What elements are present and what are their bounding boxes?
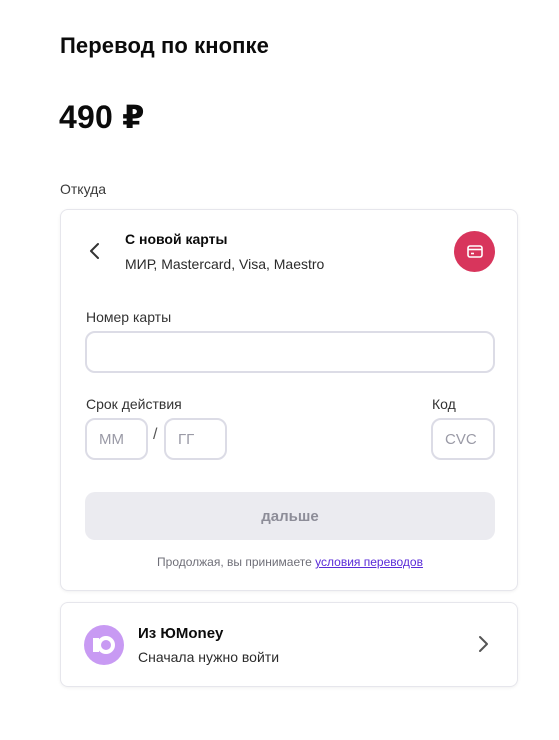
cvc-label: Код	[432, 396, 456, 412]
method-title: С новой карты	[125, 231, 228, 247]
yoomoney-logo-icon	[84, 625, 124, 665]
terms-text: Продолжая, вы принимаете условия перевод…	[61, 555, 519, 569]
from-label: Откуда	[60, 181, 107, 197]
yoomoney-title: Из ЮMoney	[138, 625, 224, 642]
page-title: Перевод по кнопке	[60, 33, 269, 58]
terms-link[interactable]: условия переводов	[315, 555, 423, 569]
card-badge	[454, 231, 495, 272]
expiry-label: Срок действия	[86, 396, 182, 412]
next-button[interactable]: дальше	[85, 492, 495, 540]
expiry-year-input[interactable]	[164, 418, 227, 460]
chevron-right-icon	[479, 636, 488, 652]
method-subtitle: МИР, Mastercard, Visa, Maestro	[125, 256, 325, 272]
payment-page: Перевод по кнопке 490 ₽ Откуда С новой к…	[0, 0, 559, 740]
cvc-input[interactable]	[431, 418, 495, 460]
expiry-month-input[interactable]	[85, 418, 148, 460]
yoomoney-subtitle: Сначала нужно войти	[138, 649, 280, 665]
yoomoney-option[interactable]: Из ЮMoney Сначала нужно войти	[60, 602, 518, 687]
terms-prefix: Продолжая, вы принимаете	[157, 555, 316, 569]
new-card-panel: С новой карты МИР, Mastercard, Visa, Mae…	[60, 209, 518, 591]
chevron-left-icon[interactable]	[87, 240, 103, 262]
expiry-separator: /	[153, 426, 158, 443]
card-number-label: Номер карты	[86, 309, 172, 325]
amount: 490 ₽	[59, 99, 145, 135]
credit-card-icon	[466, 245, 483, 258]
yoomoney-logo-mark	[93, 636, 115, 654]
card-number-input[interactable]	[85, 331, 495, 373]
